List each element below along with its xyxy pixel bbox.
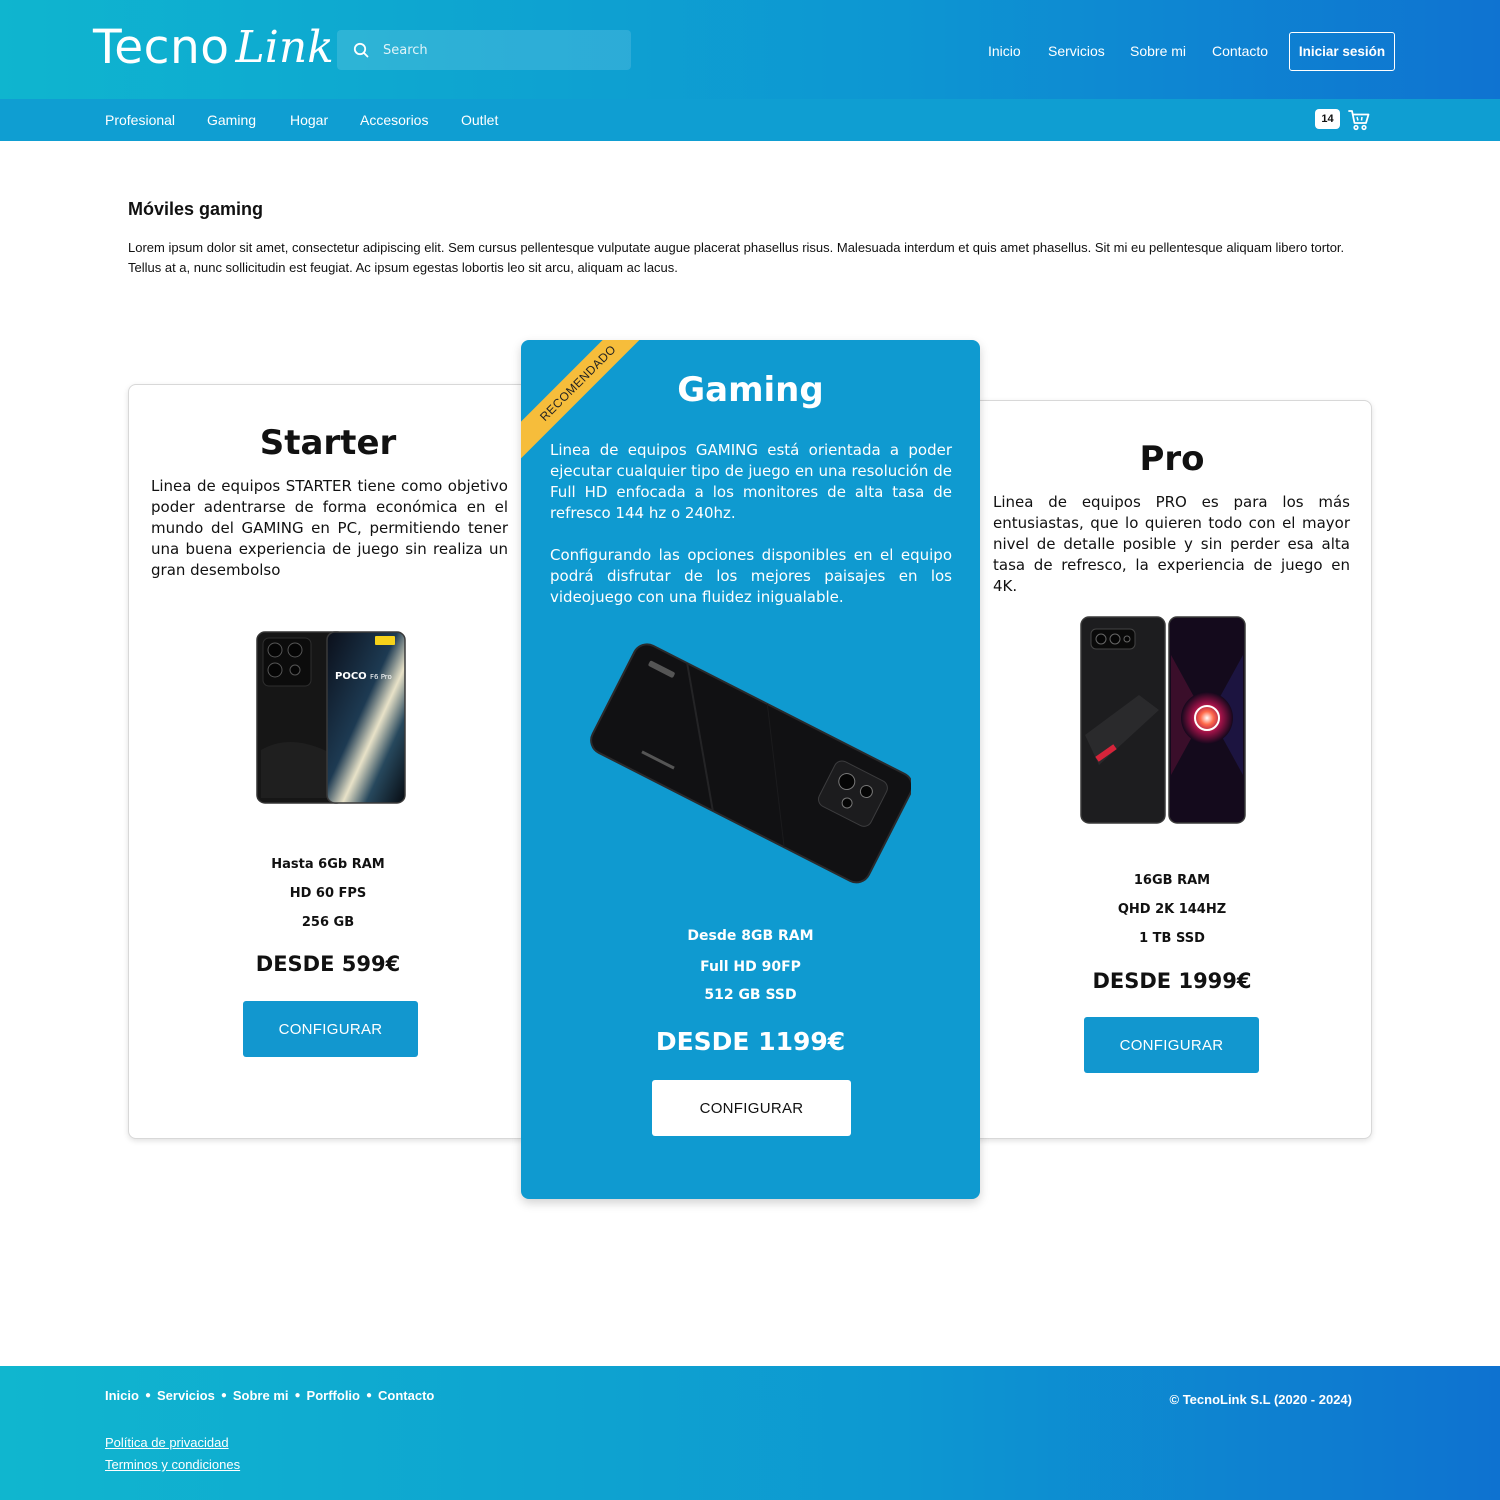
starter-phone-image: POCO F6 Pro xyxy=(256,631,406,804)
category-gaming[interactable]: Gaming xyxy=(207,112,256,128)
starter-title: Starter xyxy=(259,423,397,463)
footer-separator: ● xyxy=(220,1390,227,1401)
footer-link-servicios[interactable]: Servicios xyxy=(157,1388,215,1403)
category-bar: Profesional Gaming Hogar Accesorios Outl… xyxy=(0,99,1500,141)
pro-spec-ram: 16GB RAM xyxy=(1133,873,1211,888)
cart-icon[interactable] xyxy=(1347,108,1371,132)
pro-title: Pro xyxy=(1139,439,1205,479)
privacy-policy-link[interactable]: Política de privacidad xyxy=(105,1435,229,1450)
footer-link-inicio[interactable]: Inicio xyxy=(105,1388,139,1403)
gaming-spec-ram: Desde 8GB RAM xyxy=(687,928,814,944)
search-box[interactable] xyxy=(337,30,631,70)
logo-script-text: Link xyxy=(235,22,334,73)
pro-spec-storage: 1 TB SSD xyxy=(1139,931,1205,946)
top-header: Tecno Link Inicio Servicios Sobre mi Con… xyxy=(0,0,1500,99)
pro-configure-button[interactable]: CONFIGURAR xyxy=(1084,1017,1259,1073)
copyright-text: © TecnoLink S.L (2020 - 2024) xyxy=(1169,1392,1353,1407)
starter-phone-brand: POCO xyxy=(335,671,367,682)
gaming-configure-button[interactable]: CONFIGURAR xyxy=(652,1080,851,1136)
starter-configure-button[interactable]: CONFIGURAR xyxy=(243,1001,418,1057)
pro-description: Linea de equipos PRO es para los más ent… xyxy=(993,493,1350,595)
gaming-spec-fps: Full HD 90FP xyxy=(700,959,801,975)
footer-link-portfolio[interactable]: Porffolio xyxy=(307,1388,360,1403)
gaming-title: Gaming xyxy=(677,370,824,410)
plan-card-starter: Starter Linea de equipos STARTER tiene c… xyxy=(128,384,528,1139)
pro-price: DESDE 1999€ xyxy=(1092,969,1252,993)
terms-link[interactable]: Terminos y condiciones xyxy=(105,1457,240,1472)
top-nav-inicio[interactable]: Inicio xyxy=(988,43,1021,59)
pro-spec-resolution: QHD 2K 144HZ xyxy=(1117,902,1227,917)
brand-logo[interactable]: Tecno Link xyxy=(93,22,334,74)
category-hogar[interactable]: Hogar xyxy=(290,112,328,128)
search-input[interactable] xyxy=(383,42,613,58)
plan-card-pro: Pro Linea de equipos PRO es para los más… xyxy=(972,400,1372,1139)
footer-separator: ● xyxy=(144,1390,151,1401)
footer-separator: ● xyxy=(294,1390,301,1401)
footer-link-contacto[interactable]: Contacto xyxy=(378,1388,434,1403)
site-footer: Inicio ● Servicios ● Sobre mi ● Porffoli… xyxy=(0,1366,1500,1500)
footer-separator: ● xyxy=(365,1390,373,1401)
top-nav-sobre-mi[interactable]: Sobre mi xyxy=(1130,43,1186,59)
gaming-description-2: Configurando las opciones disponibles en… xyxy=(550,546,952,606)
gaming-phone-image xyxy=(590,643,911,884)
starter-price: DESDE 599€ xyxy=(255,952,401,976)
starter-spec-ram: Hasta 6Gb RAM xyxy=(271,857,385,872)
cart-count-badge[interactable]: 14 xyxy=(1315,109,1340,129)
page-intro-text: Lorem ipsum dolor sit amet, consectetur … xyxy=(128,240,1345,275)
category-outlet[interactable]: Outlet xyxy=(461,112,498,128)
starter-phone-model: F6 Pro xyxy=(370,673,392,681)
starter-description: Linea de equipos STARTER tiene como obje… xyxy=(151,477,508,579)
starter-spec-fps: HD 60 FPS xyxy=(289,886,367,901)
gaming-price: DESDE 1199€ xyxy=(655,1027,846,1056)
footer-link-sobre-mi[interactable]: Sobre mi xyxy=(233,1388,289,1403)
logo-main-text: Tecno xyxy=(93,20,230,75)
plan-card-gaming: RECOMENDADO Gaming Linea de equipos GAMI… xyxy=(521,340,980,1199)
pro-phone-image xyxy=(1080,616,1246,824)
gaming-description-1: Linea de equipos GAMING está orientada a… xyxy=(550,441,952,522)
login-button[interactable]: Iniciar sesión xyxy=(1289,32,1395,71)
category-accesorios[interactable]: Accesorios xyxy=(360,112,428,128)
top-nav-contacto[interactable]: Contacto xyxy=(1212,43,1268,59)
page-title: Móviles gaming xyxy=(128,199,264,219)
footer-nav: Inicio ● Servicios ● Sobre mi ● Porffoli… xyxy=(105,1388,434,1403)
starter-spec-storage: 256 GB xyxy=(301,915,355,930)
gaming-spec-storage: 512 GB SSD xyxy=(704,987,797,1003)
top-nav-servicios[interactable]: Servicios xyxy=(1048,43,1105,59)
category-profesional[interactable]: Profesional xyxy=(105,112,175,128)
search-icon xyxy=(353,42,369,58)
